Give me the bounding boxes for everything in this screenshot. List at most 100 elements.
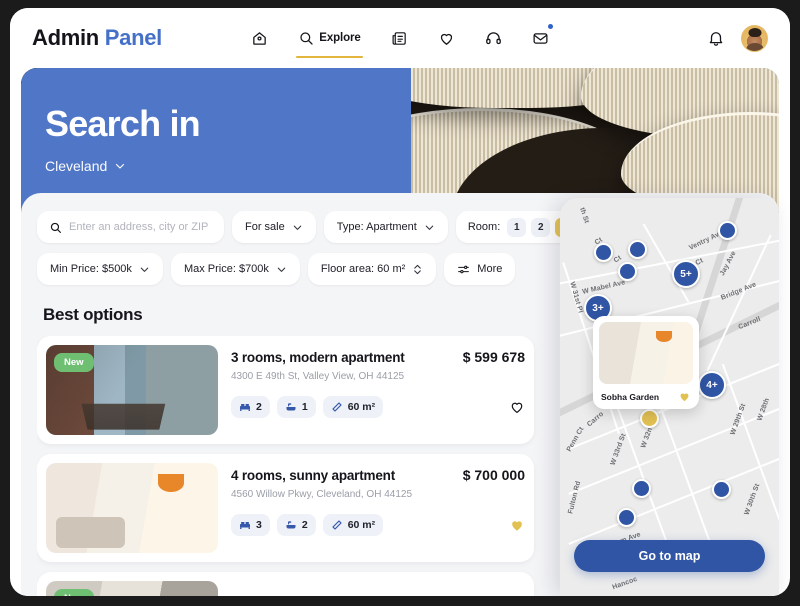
area-feature: 60 m²	[322, 514, 384, 536]
street-label: W 33rd St	[609, 432, 628, 467]
map-pin[interactable]	[718, 221, 737, 240]
listing-title: 4 rooms, sunny apartment	[231, 468, 395, 483]
search-icon	[298, 30, 314, 46]
min-price-label: Min Price: $500k	[50, 263, 132, 275]
property-type-label: Type: Apartment	[336, 221, 417, 233]
listing-thumbnail: New	[46, 581, 218, 596]
listing-features: 2 1 60 m²	[231, 396, 525, 418]
listing-address: 4560 Willow Pkwy, Cleveland, OH 44125	[231, 489, 413, 500]
baths-count: 2	[301, 519, 308, 531]
road-minor	[560, 236, 779, 286]
map-popup-favorite-toggle[interactable]	[678, 390, 691, 403]
baths-feature: 1	[276, 396, 316, 418]
listing-address: 4300 E 49th St, Valley View, OH 44125	[231, 371, 405, 382]
top-navigation-bar: Admin Panel Explore	[10, 8, 790, 68]
floor-area-stepper[interactable]: Floor area: 60 m²	[307, 253, 437, 285]
favorite-toggle[interactable]	[509, 399, 525, 415]
listing-thumbnail: New	[46, 345, 218, 435]
bath-icon	[285, 519, 297, 531]
map-pin-selected[interactable]	[640, 409, 659, 428]
chevron-down-icon	[292, 222, 303, 233]
property-type-dropdown[interactable]: Type: Apartment	[323, 211, 448, 243]
listing-card[interactable]: New 3 rooms, modern apartment $ 599 678 …	[37, 336, 534, 444]
city-selector-label: Cleveland	[45, 158, 108, 174]
brand-name: Admin	[32, 25, 99, 50]
nav-item-support[interactable]	[483, 26, 504, 51]
nav-item-news[interactable]	[389, 26, 410, 51]
search-input[interactable]	[69, 221, 211, 233]
listing-card[interactable]: New	[37, 572, 534, 596]
min-price-dropdown[interactable]: Min Price: $500k	[37, 253, 163, 285]
city-selector[interactable]: Cleveland	[45, 158, 200, 174]
street-label: Carro	[585, 410, 606, 429]
map-popup-info: Sobha Garden	[599, 390, 693, 404]
go-to-map-button[interactable]: Go to map	[574, 540, 765, 572]
map-pin[interactable]	[617, 508, 636, 527]
map-pin[interactable]	[594, 243, 613, 262]
map-popup-title: Sobha Garden	[601, 391, 660, 402]
nav-item-home[interactable]	[249, 26, 270, 51]
new-badge: New	[54, 353, 94, 372]
map-popup-thumbnail	[599, 322, 693, 384]
listing-details: 3 rooms, modern apartment $ 599 678 4300…	[231, 345, 525, 435]
map-popup-card[interactable]: Sobha Garden	[593, 316, 699, 409]
map-pin[interactable]	[632, 479, 651, 498]
street-label: W 29th St	[729, 402, 748, 437]
nav-item-messages[interactable]	[530, 23, 553, 51]
avatar[interactable]	[741, 24, 768, 52]
room-option-2[interactable]: 2	[531, 217, 551, 237]
map-pin[interactable]	[618, 262, 637, 281]
listing-details: 4 rooms, sunny apartment $ 700 000 4560 …	[231, 463, 525, 553]
sliders-icon	[457, 263, 470, 276]
map-pin[interactable]	[628, 240, 647, 259]
room-option-1[interactable]: 1	[507, 217, 527, 237]
favorite-toggle[interactable]	[509, 517, 525, 533]
map-pin[interactable]	[712, 480, 731, 499]
max-price-label: Max Price: $700k	[183, 263, 269, 275]
nav-right-group	[707, 24, 768, 52]
street-label: W Mabel Ave	[581, 279, 626, 296]
listing-header: 4 rooms, sunny apartment $ 700 000	[231, 467, 525, 483]
baths-count: 1	[301, 401, 308, 413]
bell-icon[interactable]	[707, 29, 725, 47]
bed-icon	[239, 401, 251, 413]
area-feature: 60 m²	[322, 396, 384, 418]
search-field-wrapper[interactable]	[37, 211, 224, 243]
street-label: W 30th St	[743, 482, 762, 517]
street-label: Fulton Rd	[567, 480, 583, 515]
bath-icon	[285, 401, 297, 413]
street-label: Hancoc	[611, 575, 639, 592]
deal-type-label: For sale	[245, 221, 285, 233]
map-cluster-pin[interactable]: 5+	[672, 260, 700, 288]
beds-count: 2	[256, 401, 262, 413]
map-cluster-pin[interactable]: 4+	[698, 371, 726, 399]
nav-item-favorites[interactable]	[436, 26, 457, 51]
area-value: 60 m²	[347, 519, 376, 531]
ruler-icon	[331, 401, 343, 413]
heart-icon	[438, 30, 455, 47]
nav-item-explore[interactable]: Explore	[296, 26, 364, 58]
beds-feature: 3	[231, 514, 270, 536]
bed-icon	[239, 519, 251, 531]
brand-logo[interactable]: Admin Panel	[32, 25, 162, 51]
listing-title: 3 rooms, modern apartment	[231, 350, 405, 365]
listing-thumbnail	[46, 463, 218, 553]
messages-unread-badge	[547, 23, 553, 29]
map-panel: th St Ct Ct W Mabel Ave W 31st Pl Ventry…	[560, 198, 779, 596]
chevron-down-icon	[424, 222, 435, 233]
beds-count: 3	[256, 519, 262, 531]
street-label: Penn Ct	[565, 425, 586, 454]
road-minor	[568, 453, 779, 545]
road-minor	[721, 363, 779, 553]
area-value: 60 m²	[347, 401, 376, 413]
device-frame: Admin Panel Explore Search in Cleveland …	[0, 0, 800, 606]
app-window: Admin Panel Explore Search in Cleveland …	[10, 8, 790, 596]
street-label: W 31st Pl	[568, 281, 584, 314]
max-price-dropdown[interactable]: Max Price: $700k	[170, 253, 300, 285]
more-filters-button[interactable]: More	[444, 253, 516, 285]
ruler-icon	[331, 519, 343, 531]
listing-card[interactable]: 4 rooms, sunny apartment $ 700 000 4560 …	[37, 454, 534, 562]
news-icon	[391, 30, 408, 47]
deal-type-dropdown[interactable]: For sale	[232, 211, 316, 243]
chevron-down-icon	[139, 264, 150, 275]
